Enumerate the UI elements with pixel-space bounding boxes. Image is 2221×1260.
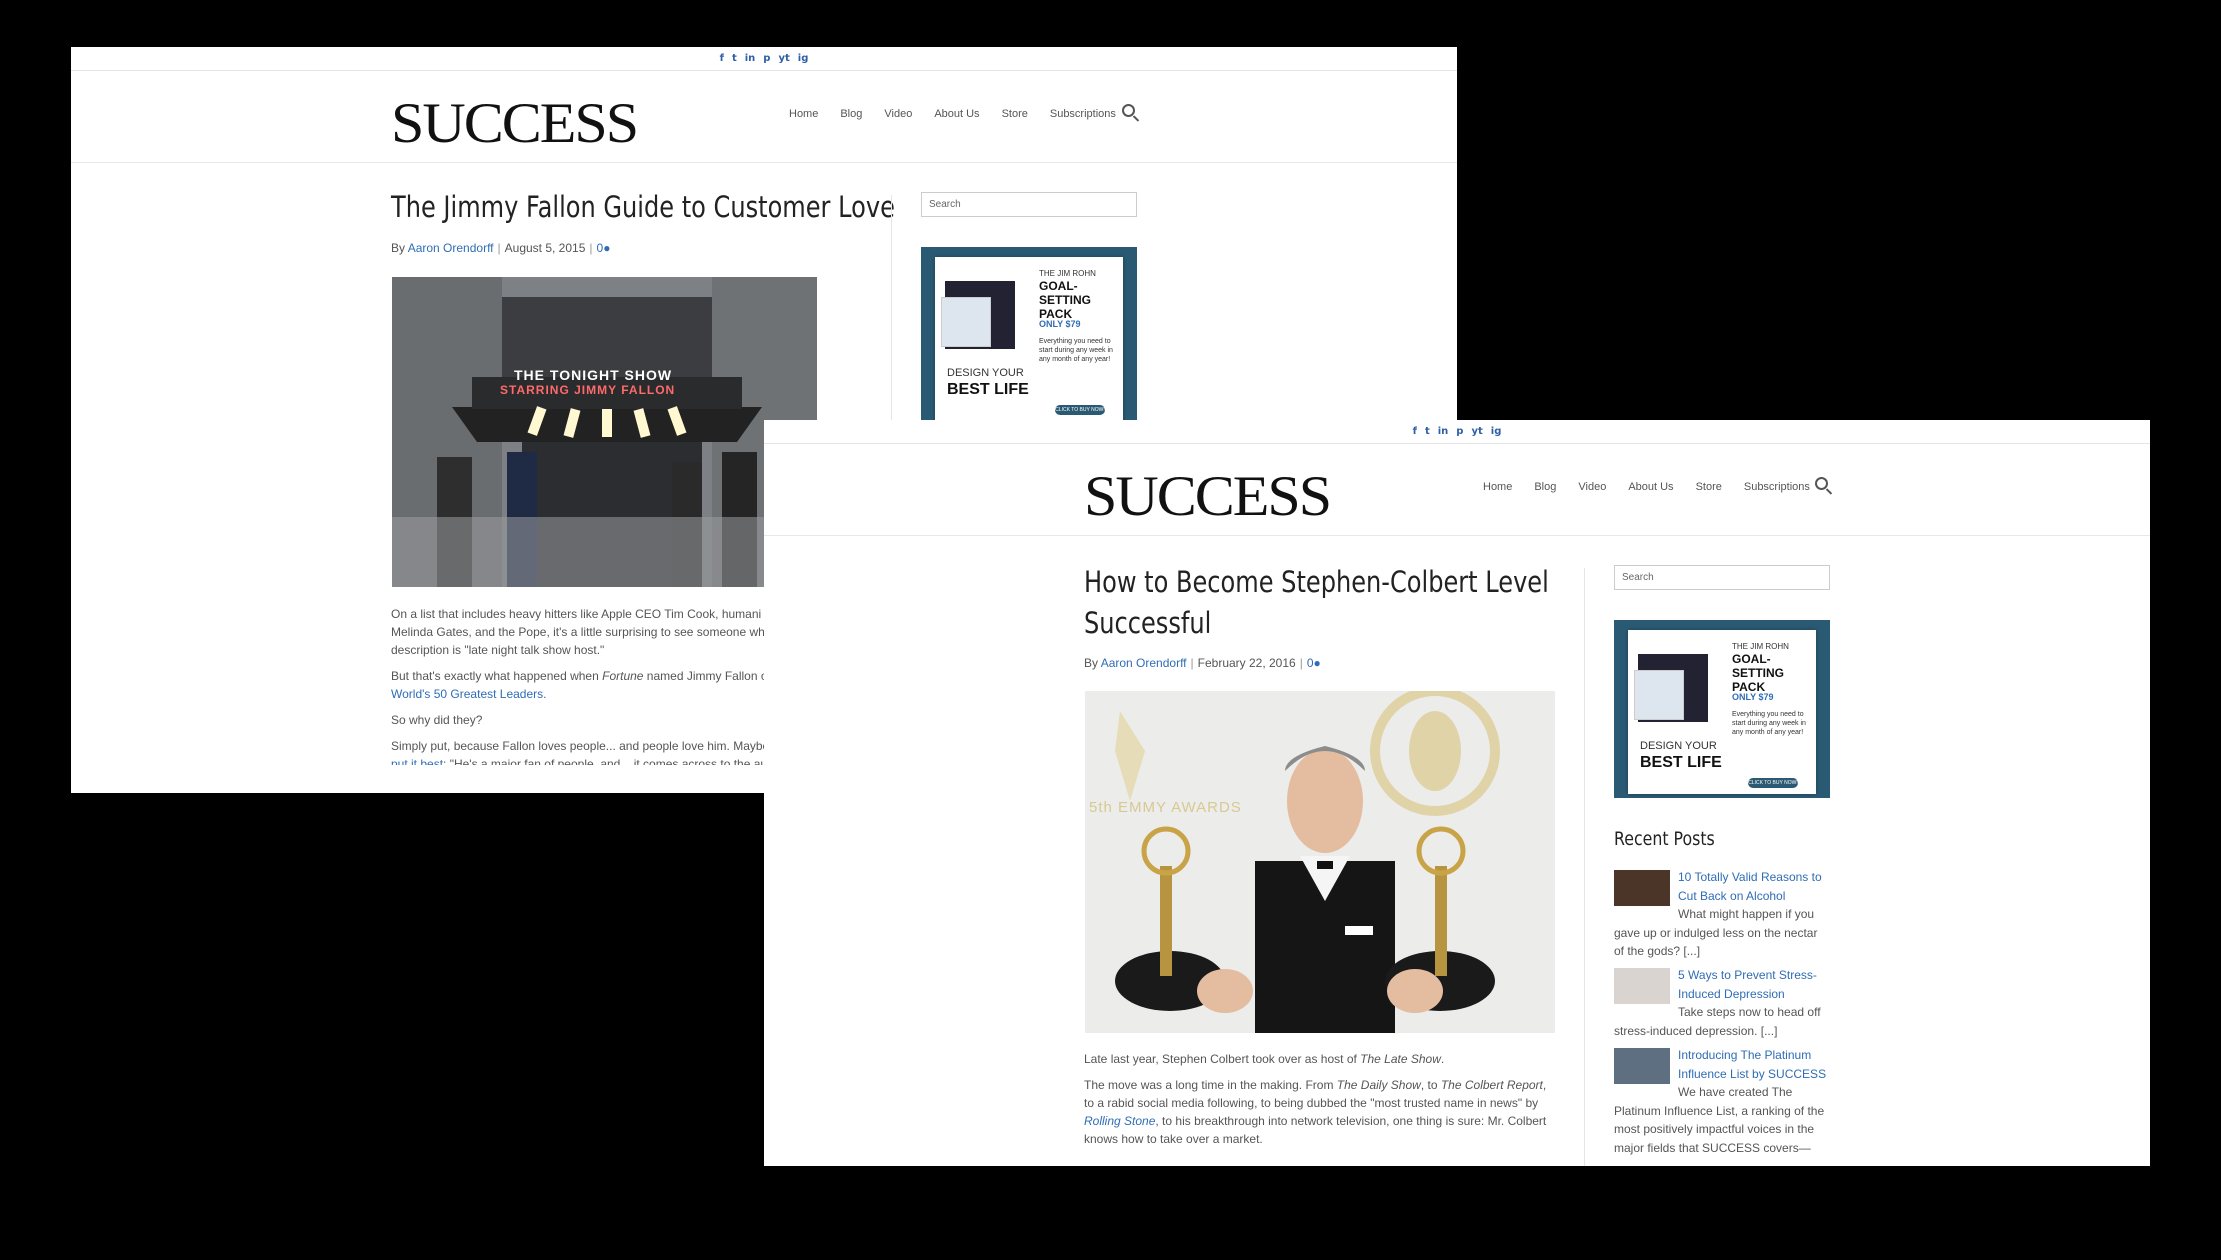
article-photo-colbert-emmys: 5th EMMY AWARDS [1085,691,1555,1033]
sidebar-search-input[interactable]: Search [921,192,1137,217]
emmy-backdrop-text: 5th EMMY AWARDS [1089,799,1242,816]
nav-store[interactable]: Store [1002,108,1028,120]
ad-tag2: BEST LIFE [947,381,1029,398]
site-logo[interactable]: SUCCESS [391,91,639,157]
article-title-line1: How to Become Stephen-Colbert Level [1084,565,1549,599]
nav-store[interactable]: Store [1696,481,1722,493]
nav-about-us[interactable]: About Us [934,108,979,120]
comment-icon[interactable]: ● [603,241,610,255]
facebook-icon[interactable]: f [720,53,724,64]
rolling-stone-link[interactable]: Rolling Stone [1084,1114,1155,1128]
ad-tag1: DESIGN YOUR [1640,740,1717,752]
sidebar-search-input[interactable]: Search [1614,565,1830,590]
recent-posts-heading: Recent Posts [1614,828,1715,850]
ad-buy-button[interactable]: CLICK TO BUY NOW! [1055,405,1105,415]
youtube-icon[interactable]: yt [1471,426,1482,437]
jim-rohn-ad[interactable]: THE JIM ROHN GOAL-SETTING PACK ONLY $79 … [1614,620,1830,798]
site-logo[interactable]: SUCCESS [1084,464,1332,530]
ad-headline: GOAL-SETTING PACK [1732,652,1785,694]
site-header: SUCCESS Home Blog Video About Us Store S… [764,444,2150,536]
pinterest-icon[interactable]: p [1456,426,1463,437]
post-date: August 5, 2015 [504,241,586,255]
article-title-line2: Successful [1084,606,1212,640]
byline: By Aaron Orendorff | February 22, 2016 | 0● [1084,656,1321,670]
product-book-image [1634,670,1684,720]
post-thumbnail[interactable] [1614,968,1670,1004]
instagram-icon[interactable]: ig [1491,426,1502,437]
ad-headline: GOAL-SETTING PACK [1039,279,1092,321]
nav-blog[interactable]: Blog [840,108,862,120]
post-excerpt: Take steps now to head off stress-induce… [1614,1005,1821,1038]
comment-icon[interactable]: ● [1314,656,1321,670]
byline-by: By [391,241,406,255]
post-thumbnail[interactable] [1614,1048,1670,1084]
article-title: The Jimmy Fallon Guide to Customer Love [391,190,895,224]
author-link[interactable]: Aaron Orendorff [408,241,494,255]
nav-home[interactable]: Home [789,108,818,120]
facebook-icon[interactable]: f [1413,426,1417,437]
ad-buy-button[interactable]: CLICK TO BUY NOW! [1748,778,1798,788]
put-it-best-link[interactable]: put it best [391,757,443,765]
sidebar-divider [1584,568,1585,1166]
ad-price: ONLY $79 [1732,692,1774,702]
twitter-icon[interactable]: t [1425,426,1430,437]
paragraph-4: Simply put, because Fallon loves people.… [391,737,791,765]
ad-tag1: DESIGN YOUR [947,367,1024,379]
article-body: On a list that includes heavy hitters li… [391,605,791,765]
author-link[interactable]: Aaron Orendorff [1101,656,1187,670]
paragraph-2: The move was a long time in the making. … [1084,1078,1547,1146]
recent-post-1: 10 Totally Valid Reasons to Cut Back on … [1614,868,1830,961]
article-photo-tonight-show: THE TONIGHT SHOW STARRING JIMMY FALLON [392,277,817,587]
ad-blurb: Everything you need to start during any … [1732,711,1806,736]
nav-subscriptions[interactable]: Subscriptions [1744,481,1810,493]
linkedin-icon[interactable]: in [1438,426,1449,437]
sign-bottom-text: STARRING JIMMY FALLON [500,383,676,397]
site-header: SUCCESS Home Blog Video About Us Store S… [71,71,1457,163]
browser-window-colbert: f t in p yt ig SUCCESS Home Blog Video A… [764,420,2150,1166]
ad-price: ONLY $79 [1039,319,1081,329]
comment-count[interactable]: 0 [1307,656,1314,670]
recent-post-2: 5 Ways to Prevent Stress-Induced Depress… [1614,966,1830,1040]
social-bar: f t in p yt ig [764,420,2150,444]
search-icon[interactable] [1122,104,1135,117]
paragraph-3: So why did they? [391,713,483,727]
linkedin-icon[interactable]: in [745,53,756,64]
nav-video[interactable]: Video [884,108,912,120]
youtube-icon[interactable]: yt [778,53,789,64]
ad-name: THE JIM ROHN [1039,269,1096,278]
social-bar: f t in p yt ig [71,47,1457,71]
post-excerpt: We have created The Platinum Influence L… [1614,1085,1825,1155]
post-thumbnail[interactable] [1614,870,1670,906]
post-date: February 22, 2016 [1197,656,1296,670]
nav-home[interactable]: Home [1483,481,1512,493]
byline-by: By [1084,656,1099,670]
jim-rohn-ad[interactable]: THE JIM ROHN GOAL-SETTING PACK ONLY $79 … [921,247,1137,425]
paragraph-1: Late last year, Stephen Colbert took ove… [1084,1052,1445,1066]
post-title-link[interactable]: 10 Totally Valid Reasons to Cut Back on … [1678,870,1822,903]
instagram-icon[interactable]: ig [798,53,809,64]
sign-top-text: THE TONIGHT SHOW [514,367,673,383]
recent-post-3: Introducing The Platinum Influence List … [1614,1046,1830,1157]
product-book-image [941,297,991,347]
twitter-icon[interactable]: t [732,53,737,64]
article-body: Late last year, Stephen Colbert took ove… [1084,1050,1558,1166]
search-icon[interactable] [1815,477,1828,490]
byline: By Aaron Orendorff | August 5, 2015 | 0● [391,241,611,255]
pinterest-icon[interactable]: p [763,53,770,64]
paragraph-1: On a list that includes heavy hitters li… [391,607,765,657]
nav-blog[interactable]: Blog [1534,481,1556,493]
main-nav: Home Blog Video About Us Store Subscript… [789,108,1116,120]
post-title-link[interactable]: 5 Ways to Prevent Stress-Induced Depress… [1678,968,1817,1001]
post-excerpt: What might happen if you gave up or indu… [1614,907,1818,958]
main-nav: Home Blog Video About Us Store Subscript… [1483,481,1810,493]
nav-subscriptions[interactable]: Subscriptions [1050,108,1116,120]
greatest-leaders-link[interactable]: World's 50 Greatest Leaders. [391,687,546,701]
ad-name: THE JIM ROHN [1732,642,1789,651]
nav-about-us[interactable]: About Us [1628,481,1673,493]
post-title-link[interactable]: Introducing The Platinum Influence List … [1678,1048,1826,1081]
ad-blurb: Everything you need to start during any … [1039,338,1113,363]
ad-tag2: BEST LIFE [1640,754,1722,771]
nav-video[interactable]: Video [1578,481,1606,493]
paragraph-2: But that's exactly what happened when Fo… [391,669,768,701]
